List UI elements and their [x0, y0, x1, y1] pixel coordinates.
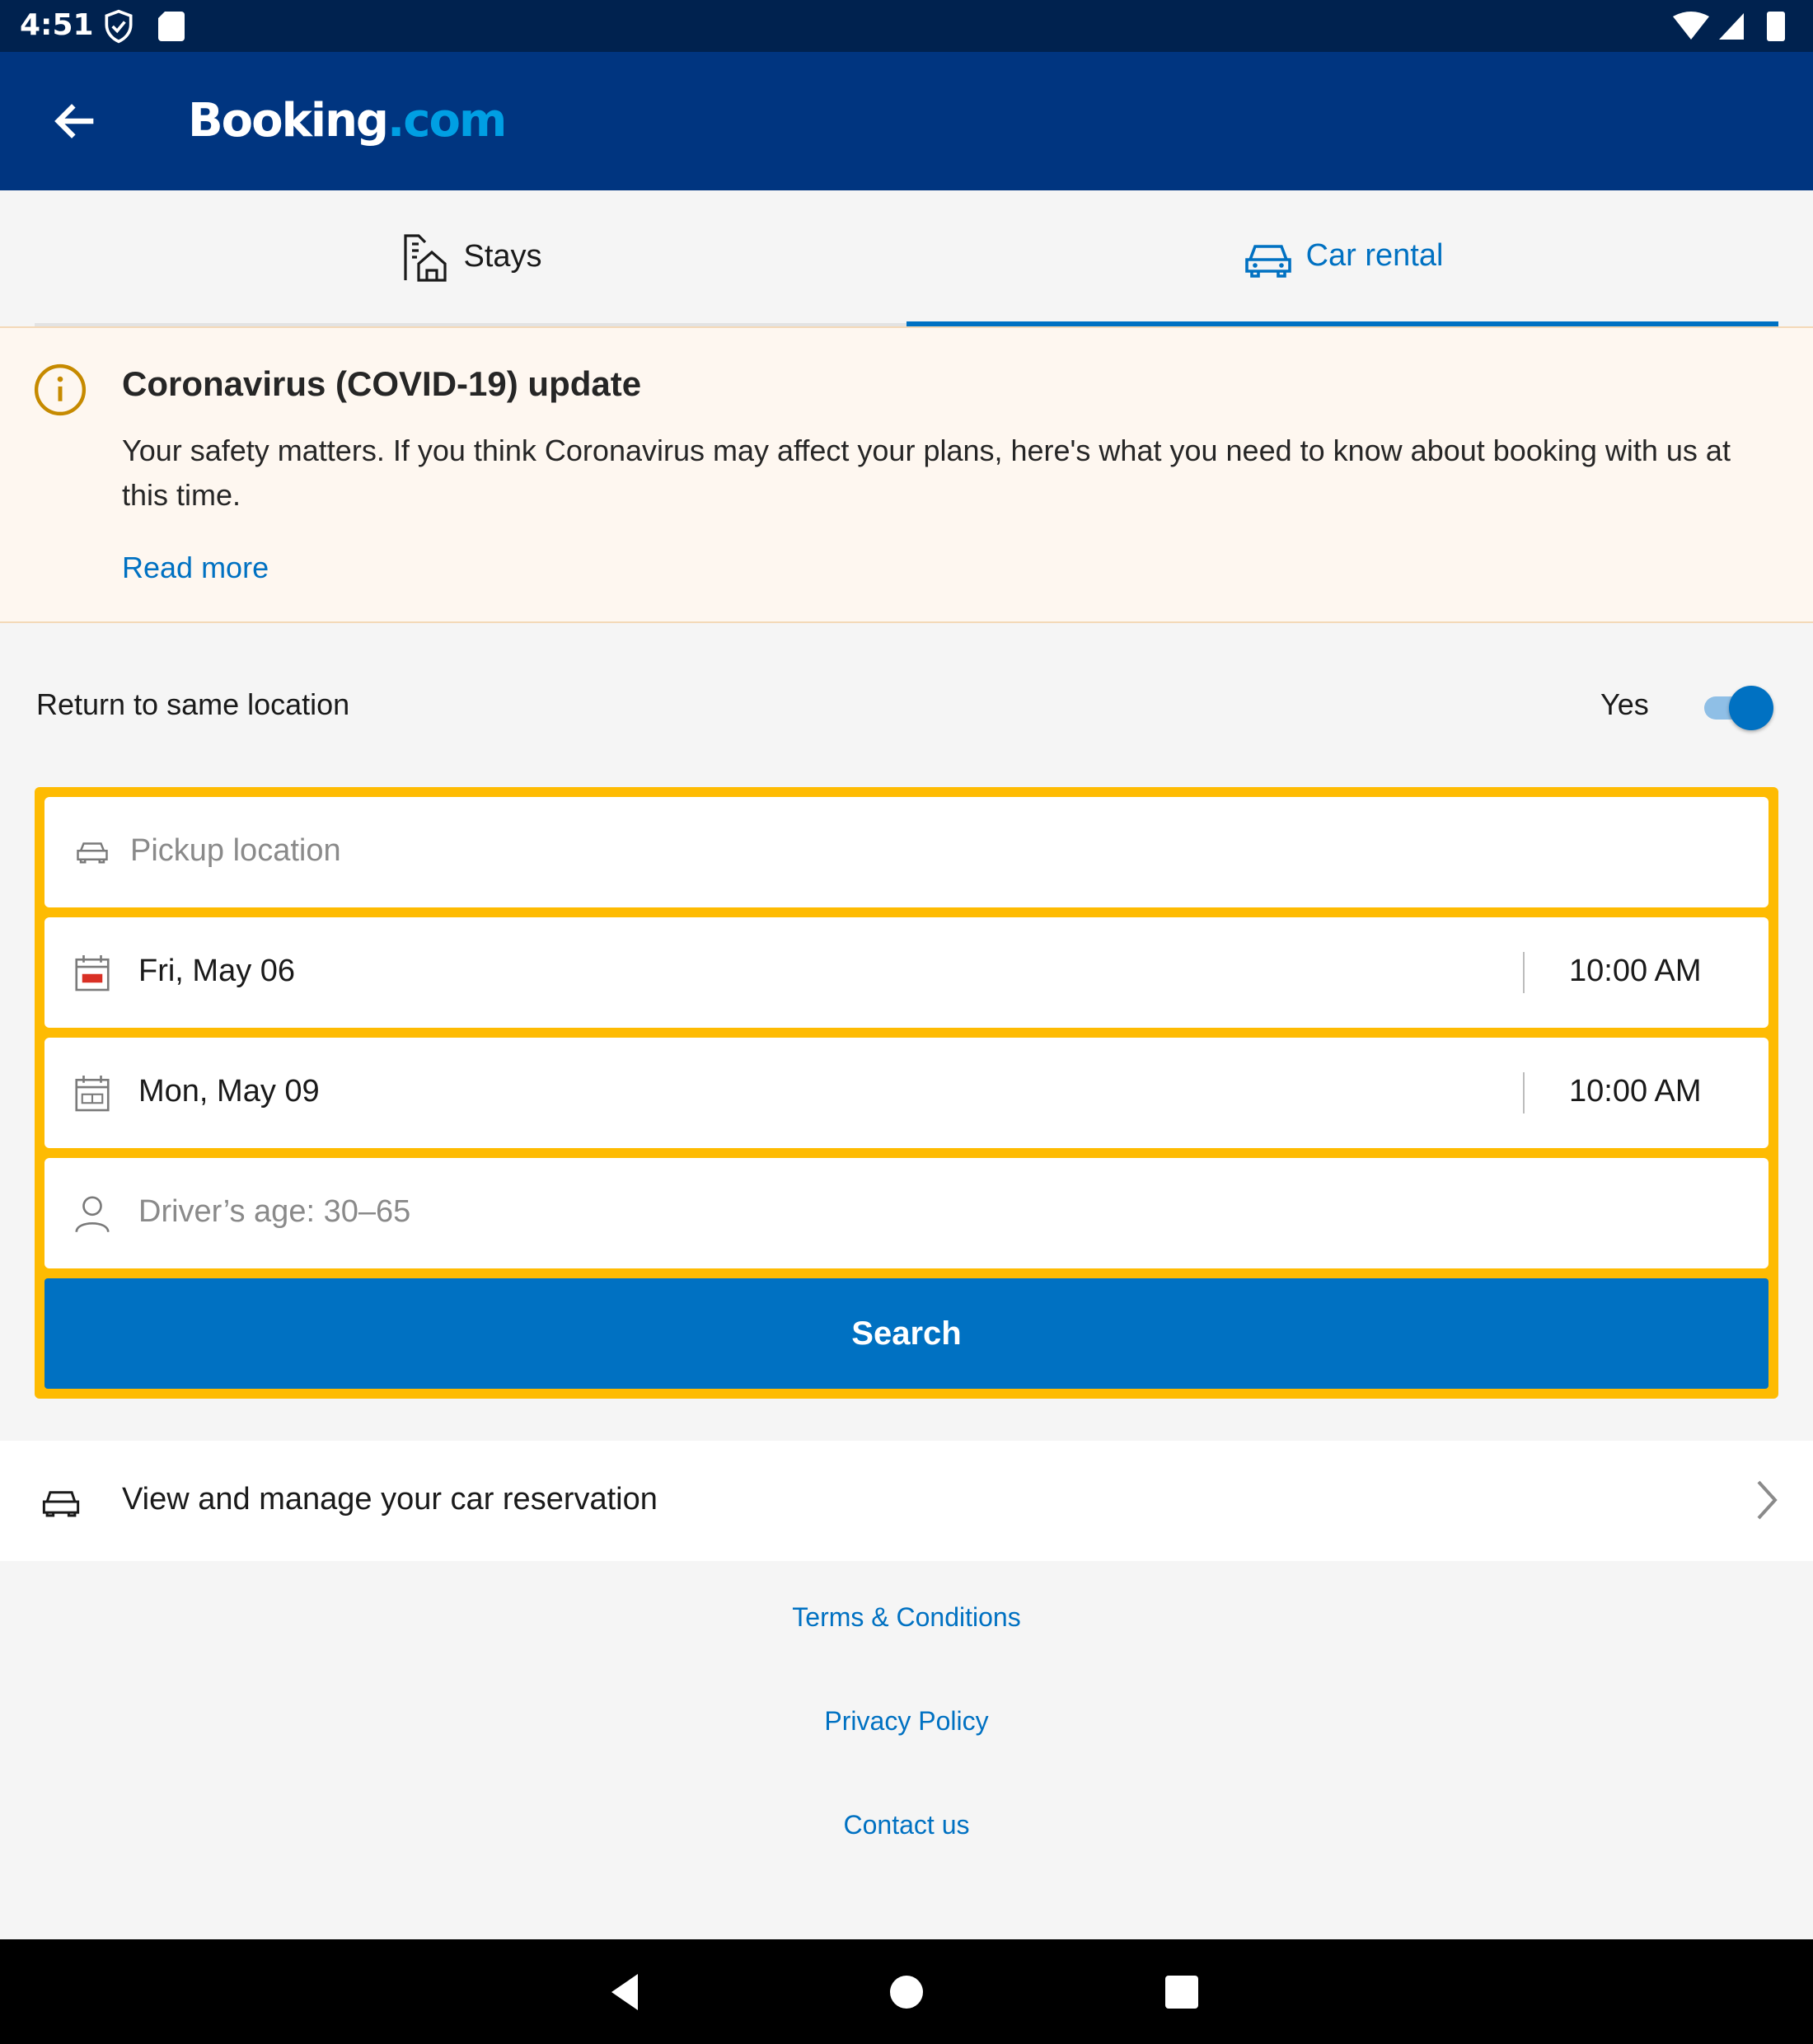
covid-text: Your safety matters. If you think Corona…	[122, 434, 1731, 512]
calendar-icon	[75, 955, 110, 992]
car-icon	[42, 1491, 80, 1517]
toggle-knob	[1729, 686, 1773, 730]
pickup-time[interactable]: 10:00 AM	[1569, 954, 1702, 989]
tab-label: Car rental	[1305, 238, 1444, 273]
pickup-date-field[interactable]: Fri, May 06 10:00 AM	[45, 917, 1768, 1028]
car-icon	[1244, 244, 1291, 278]
status-time: 4:51	[20, 8, 94, 42]
pickup-location-field[interactable]: Pickup location	[45, 797, 1768, 907]
stays-icon	[404, 233, 447, 282]
chevron-right-icon	[1757, 1480, 1778, 1520]
covid-title: Coronavirus (COVID-19) update	[122, 364, 642, 403]
shield-check-icon	[105, 9, 133, 44]
system-nav-bar	[0, 1939, 1813, 2044]
privacy-link[interactable]: Privacy Policy	[824, 1706, 988, 1736]
covid-notice: Coronavirus (COVID-19) update Your safet…	[0, 326, 1813, 623]
dropoff-date: Mon, May 09	[138, 1074, 320, 1109]
calendar-icon	[75, 1076, 110, 1112]
driver-age-field[interactable]: Driver’s age: 30–65	[45, 1158, 1768, 1268]
tab-stays[interactable]: Stays	[35, 190, 906, 326]
privacy-link-row: Privacy Policy	[0, 1706, 1813, 1737]
driver-age: Driver’s age: 30–65	[138, 1194, 411, 1229]
sd-card-icon	[158, 12, 185, 41]
car-icon	[77, 842, 108, 864]
return-same-location-toggle[interactable]	[1701, 686, 1773, 730]
signal-battery-icon	[1673, 12, 1785, 41]
search-button[interactable]: Search	[45, 1278, 1768, 1389]
nav-home-icon[interactable]	[882, 1967, 931, 2017]
field-divider	[1523, 952, 1525, 993]
info-icon	[34, 363, 87, 416]
tab-car-rental[interactable]: Car rental	[906, 190, 1778, 326]
pickup-date: Fri, May 06	[138, 954, 296, 988]
manage-reservation-label: View and manage your car reservation	[122, 1482, 658, 1517]
booking-logo: Booking.com	[188, 94, 507, 148]
nav-recents-icon[interactable]	[1157, 1967, 1206, 2017]
dropoff-time[interactable]: 10:00 AM	[1569, 1074, 1702, 1109]
field-divider	[1523, 1072, 1525, 1113]
tab-label: Stays	[463, 239, 542, 274]
dropoff-date-field[interactable]: Mon, May 09 10:00 AM	[45, 1038, 1768, 1148]
back-arrow-icon[interactable]	[49, 95, 102, 148]
terms-link[interactable]: Terms & Conditions	[792, 1602, 1020, 1632]
person-icon	[75, 1196, 110, 1233]
car-search-form: Pickup location Fri, May 06 10:00 AM Mon…	[35, 787, 1778, 1399]
pickup-location-placeholder: Pickup location	[130, 833, 341, 868]
nav-back-icon[interactable]	[602, 1967, 651, 2017]
return-same-location-row: Return to same location Yes	[0, 673, 1813, 738]
app-bar: Booking.com	[0, 52, 1813, 190]
contact-link[interactable]: Contact us	[844, 1810, 970, 1840]
read-more-link[interactable]: Read more	[122, 551, 269, 585]
return-same-location-value: Yes	[1600, 687, 1649, 721]
product-tabs: Stays Car rental	[0, 190, 1813, 326]
status-bar: 4:51	[0, 0, 1813, 52]
terms-link-row: Terms & Conditions	[0, 1602, 1813, 1633]
contact-link-row: Contact us	[0, 1810, 1813, 1840]
manage-reservation-row[interactable]: View and manage your car reservation	[0, 1441, 1813, 1561]
return-same-location-label: Return to same location	[36, 687, 350, 721]
